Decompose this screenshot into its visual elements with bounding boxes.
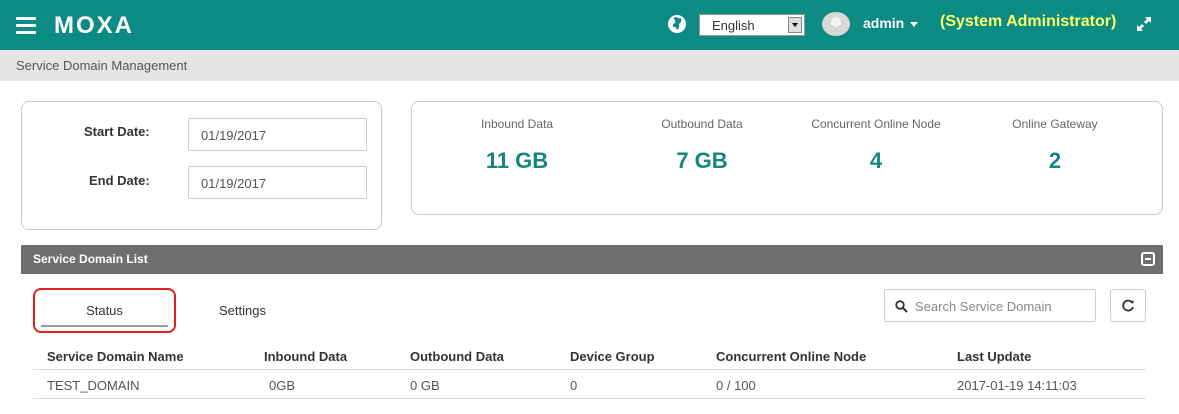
end-date-input[interactable]: 01/19/2017: [188, 166, 367, 199]
moxa-logo: MOXA: [54, 12, 134, 39]
top-bar: MOXA English admin (System Administrator…: [0, 0, 1179, 50]
tab-settings[interactable]: Settings: [219, 303, 266, 318]
end-date-value: 01/19/2017: [201, 176, 267, 191]
collapse-icon[interactable]: [1141, 252, 1155, 266]
fullscreen-icon[interactable]: [1134, 14, 1154, 34]
stat-value-inbound: 11 GB: [485, 148, 549, 173]
cell-last-update: 2017-01-19 14:11:03: [957, 378, 1077, 393]
caret-down-icon[interactable]: [910, 22, 918, 27]
cell-inbound: 0GB: [269, 378, 296, 393]
column-header-inbound[interactable]: Inbound Data: [264, 349, 347, 364]
breadcrumb: Service Domain Management: [0, 50, 1179, 81]
start-date-input[interactable]: 01/19/2017: [188, 118, 367, 151]
tab-status[interactable]: Status: [33, 288, 176, 333]
column-header-last-update[interactable]: Last Update: [957, 349, 1031, 364]
globe-icon: [668, 15, 686, 33]
start-date-value: 01/19/2017: [201, 128, 267, 143]
cell-device-group: 0: [570, 378, 578, 393]
stat-label-outbound: Outbound Data: [661, 117, 743, 131]
stat-value-outbound: 7 GB: [676, 148, 728, 173]
panel-title: Service Domain List: [33, 252, 148, 266]
table-header-divider: [33, 369, 1146, 370]
language-select-value: English: [712, 18, 755, 33]
column-header-name[interactable]: Service Domain Name: [47, 349, 184, 364]
stats-card: Inbound Data 11 GB Outbound Data 7 GB Co…: [411, 101, 1163, 215]
column-header-outbound[interactable]: Outbound Data: [410, 349, 504, 364]
tab-status-label: Status: [86, 303, 123, 318]
refresh-icon: [1122, 299, 1134, 312]
stat-label-inbound: Inbound Data: [480, 117, 554, 131]
start-date-label: Start Date:: [84, 124, 150, 139]
breadcrumb-text: Service Domain Management: [16, 58, 188, 73]
cell-name: TEST_DOMAIN: [47, 378, 140, 393]
date-filter-card: Start Date: 01/19/2017 End Date: 01/19/2…: [21, 101, 382, 230]
end-date-label: End Date:: [89, 173, 150, 188]
chevron-down-icon: [788, 17, 802, 33]
avatar[interactable]: [821, 11, 851, 37]
search-icon: [895, 300, 908, 313]
stat-value-online-gateway: 2: [1048, 148, 1062, 173]
stat-label-online-gateway: Online Gateway: [1012, 117, 1098, 131]
menu-icon[interactable]: [16, 17, 36, 34]
stat-label-concurrent-node: Concurrent Online Node: [811, 117, 941, 131]
user-menu[interactable]: admin: [863, 15, 904, 31]
refresh-button[interactable]: [1110, 289, 1146, 322]
cell-outbound: 0 GB: [410, 378, 440, 393]
search-placeholder: Search Service Domain: [915, 299, 1052, 314]
language-select[interactable]: English: [699, 14, 805, 36]
tab-active-indicator: [41, 325, 168, 327]
search-input[interactable]: Search Service Domain: [884, 289, 1096, 322]
cell-concurrent-node: 0 / 100: [716, 378, 756, 393]
table-row-divider: [33, 398, 1146, 399]
user-role: (System Administrator): [940, 13, 1117, 30]
service-domain-list-header: Service Domain List: [21, 245, 1163, 274]
column-header-device-group[interactable]: Device Group: [570, 349, 655, 364]
stat-value-concurrent-node: 4: [869, 148, 883, 173]
column-header-concurrent-node[interactable]: Concurrent Online Node: [716, 349, 866, 364]
